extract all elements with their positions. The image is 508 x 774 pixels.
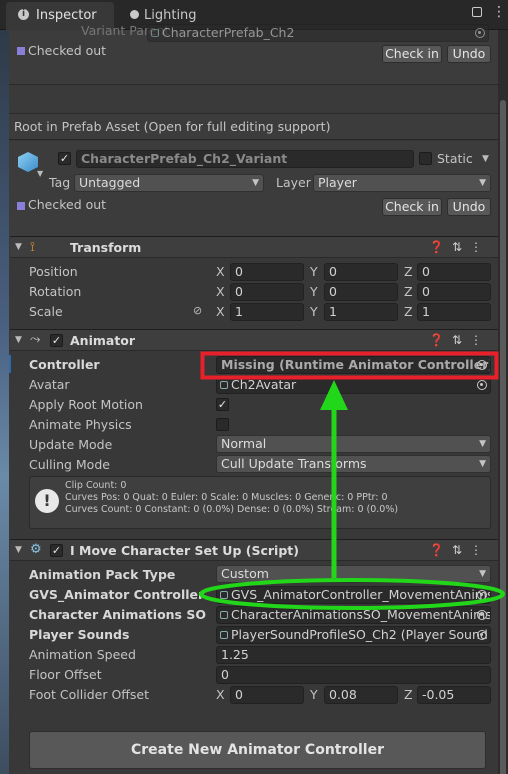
red-highlight-box <box>200 351 499 380</box>
annotation-overlay <box>199 351 505 610</box>
green-highlight-ellipse <box>199 578 505 610</box>
green-arrow-head <box>320 380 348 410</box>
